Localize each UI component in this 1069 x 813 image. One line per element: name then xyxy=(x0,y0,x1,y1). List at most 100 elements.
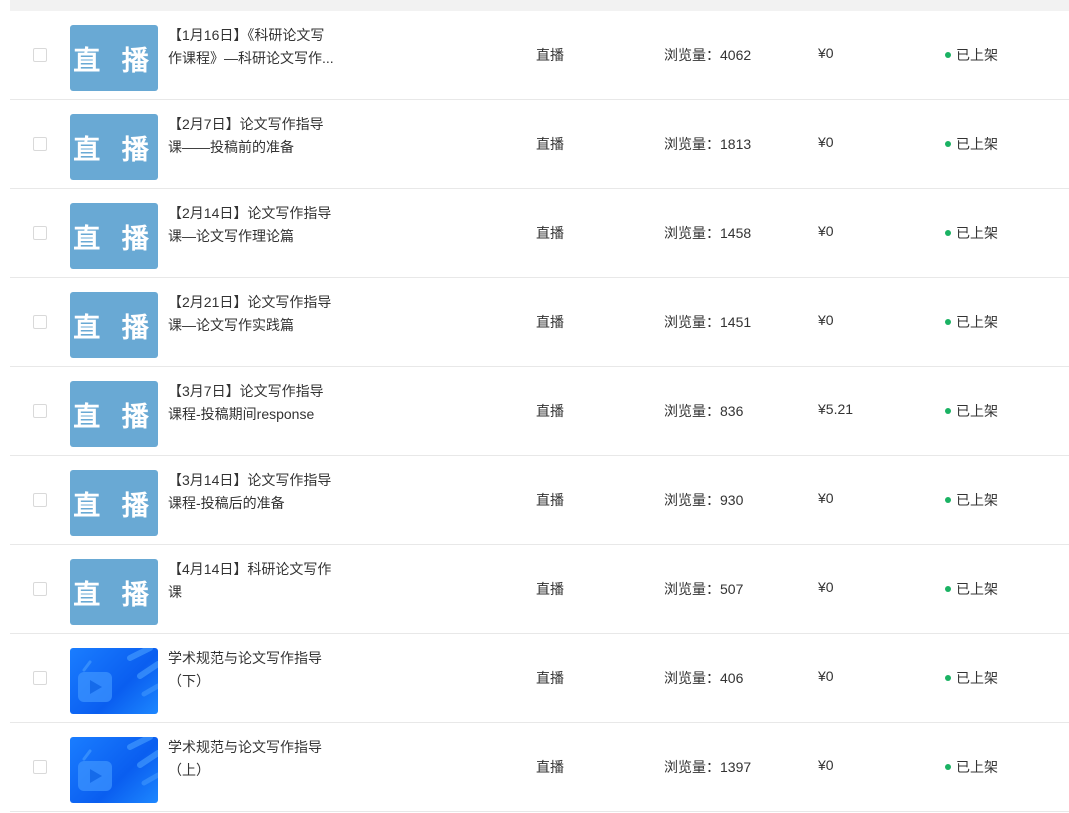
live-badge-text: 直 播 xyxy=(73,223,155,255)
row-checkbox[interactable] xyxy=(33,48,47,62)
status-dot-icon xyxy=(945,764,951,770)
course-title[interactable]: 【2月14日】论文写作指导 课—论文写作理论篇 xyxy=(168,202,358,248)
course-price: ¥0 xyxy=(818,312,834,328)
course-type: 直播 xyxy=(536,670,564,686)
row-checkbox[interactable] xyxy=(33,671,47,685)
status-badge: 已上架 xyxy=(945,45,998,65)
view-count: 浏览量：406 xyxy=(664,670,744,686)
status-badge: 已上架 xyxy=(945,223,998,243)
status-dot-icon xyxy=(945,319,951,325)
course-title-line-2: 课程-投稿后的准备 xyxy=(168,495,285,511)
status-text: 已上架 xyxy=(956,670,998,686)
status-dot-icon xyxy=(945,141,951,147)
list-item[interactable]: 直 播 【1月16日】《科研论文写 作课程》—科研论文写作... 直播 浏览量：… xyxy=(10,11,1069,100)
course-thumbnail[interactable]: 直 播 xyxy=(70,381,158,447)
row-checkbox[interactable] xyxy=(33,582,47,596)
row-checkbox[interactable] xyxy=(33,226,47,240)
course-title[interactable]: 【1月16日】《科研论文写 作课程》—科研论文写作... xyxy=(168,24,358,70)
status-dot-icon xyxy=(945,408,951,414)
course-type: 直播 xyxy=(536,581,564,597)
course-title[interactable]: 【3月14日】论文写作指导 课程-投稿后的准备 xyxy=(168,469,358,515)
course-title-line-1: 【2月7日】论文写作指导 xyxy=(168,116,324,132)
status-text: 已上架 xyxy=(956,225,998,241)
row-checkbox[interactable] xyxy=(33,493,47,507)
course-price: ¥5.21 xyxy=(818,401,854,417)
course-list: 直 播 【1月16日】《科研论文写 作课程》—科研论文写作... 直播 浏览量：… xyxy=(10,11,1069,812)
status-dot-icon xyxy=(945,497,951,503)
course-title-line-2: 课—论文写作理论篇 xyxy=(168,228,294,244)
course-title[interactable]: 学术规范与论文写作指导 （下） xyxy=(168,647,358,693)
course-thumbnail[interactable]: 直 播 xyxy=(70,114,158,180)
status-dot-icon xyxy=(945,230,951,236)
play-illustration-icon xyxy=(78,648,158,702)
course-thumbnail[interactable] xyxy=(70,648,158,714)
course-title[interactable]: 学术规范与论文写作指导 （上） xyxy=(168,736,358,782)
course-type: 直播 xyxy=(536,47,564,63)
live-badge-text: 直 播 xyxy=(73,401,155,433)
view-count: 浏览量：1397 xyxy=(664,759,752,775)
list-item[interactable]: 直 播 【3月7日】论文写作指导 课程-投稿期间response 直播 浏览量：… xyxy=(10,367,1069,456)
view-count: 浏览量：1451 xyxy=(664,314,752,330)
course-title-line-1: 【2月21日】论文写作指导 xyxy=(168,294,332,310)
course-title-line-2: 课 xyxy=(168,584,182,600)
view-count: 浏览量：507 xyxy=(664,581,744,597)
list-item[interactable]: 直 播 【4月14日】科研论文写作 课 直播 浏览量：507 ¥0 已上架 xyxy=(10,545,1069,634)
course-title-line-2: （下） xyxy=(168,673,210,689)
course-thumbnail[interactable] xyxy=(70,737,158,803)
course-title-line-1: 学术规范与论文写作指导 xyxy=(168,739,322,755)
course-price: ¥0 xyxy=(818,579,834,595)
list-item[interactable]: 直 播 【2月21日】论文写作指导 课—论文写作实践篇 直播 浏览量：1451 … xyxy=(10,278,1069,367)
list-item[interactable]: 直 播 【2月14日】论文写作指导 课—论文写作理论篇 直播 浏览量：1458 … xyxy=(10,189,1069,278)
row-checkbox[interactable] xyxy=(33,315,47,329)
status-text: 已上架 xyxy=(956,314,998,330)
course-type: 直播 xyxy=(536,225,564,241)
course-title-line-1: 【4月14日】科研论文写作 xyxy=(168,561,332,577)
list-item[interactable]: 直 播 【3月14日】论文写作指导 课程-投稿后的准备 直播 浏览量：930 ¥… xyxy=(10,456,1069,545)
course-title-line-1: 【3月14日】论文写作指导 xyxy=(168,472,332,488)
course-title-line-2: 课——投稿前的准备 xyxy=(168,139,294,155)
status-badge: 已上架 xyxy=(945,490,998,510)
list-item[interactable]: 学术规范与论文写作指导 （下） 直播 浏览量：406 ¥0 已上架 xyxy=(10,634,1069,723)
course-title-line-1: 【3月7日】论文写作指导 xyxy=(168,383,324,399)
view-count: 浏览量：1458 xyxy=(664,225,752,241)
view-count: 浏览量：930 xyxy=(664,492,744,508)
course-type: 直播 xyxy=(536,403,564,419)
status-dot-icon xyxy=(945,52,951,58)
course-title-line-2: 课程-投稿期间response xyxy=(168,406,315,422)
row-checkbox[interactable] xyxy=(33,137,47,151)
live-badge-text: 直 播 xyxy=(73,134,155,166)
course-title-line-1: 【2月14日】论文写作指导 xyxy=(168,205,332,221)
status-badge: 已上架 xyxy=(945,312,998,332)
course-title[interactable]: 【2月21日】论文写作指导 课—论文写作实践篇 xyxy=(168,291,358,337)
play-illustration-icon xyxy=(78,737,158,791)
course-price: ¥0 xyxy=(818,757,834,773)
course-thumbnail[interactable]: 直 播 xyxy=(70,292,158,358)
list-item[interactable]: 直 播 【2月7日】论文写作指导 课——投稿前的准备 直播 浏览量：1813 ¥… xyxy=(10,100,1069,189)
course-title[interactable]: 【2月7日】论文写作指导 课——投稿前的准备 xyxy=(168,113,358,159)
course-thumbnail[interactable]: 直 播 xyxy=(70,559,158,625)
course-type: 直播 xyxy=(536,492,564,508)
course-title[interactable]: 【3月7日】论文写作指导 课程-投稿期间response xyxy=(168,380,358,426)
status-text: 已上架 xyxy=(956,492,998,508)
status-badge: 已上架 xyxy=(945,757,998,777)
course-thumbnail[interactable]: 直 播 xyxy=(70,25,158,91)
view-count: 浏览量：836 xyxy=(664,403,744,419)
course-title-line-2: 作课程》—科研论文写作... xyxy=(168,50,334,66)
row-checkbox[interactable] xyxy=(33,404,47,418)
course-price: ¥0 xyxy=(818,223,834,239)
list-item[interactable]: 学术规范与论文写作指导 （上） 直播 浏览量：1397 ¥0 已上架 xyxy=(10,723,1069,812)
view-count: 浏览量：4062 xyxy=(664,47,752,63)
course-title-line-2: （上） xyxy=(168,762,210,778)
live-badge-text: 直 播 xyxy=(73,579,155,611)
live-badge-text: 直 播 xyxy=(73,45,155,77)
course-thumbnail[interactable]: 直 播 xyxy=(70,470,158,536)
course-price: ¥0 xyxy=(818,490,834,506)
row-checkbox[interactable] xyxy=(33,760,47,774)
live-badge-text: 直 播 xyxy=(73,312,155,344)
status-text: 已上架 xyxy=(956,136,998,152)
course-thumbnail[interactable]: 直 播 xyxy=(70,203,158,269)
status-badge: 已上架 xyxy=(945,668,998,688)
course-title[interactable]: 【4月14日】科研论文写作 课 xyxy=(168,558,358,604)
view-count: 浏览量：1813 xyxy=(664,136,752,152)
status-badge: 已上架 xyxy=(945,401,998,421)
